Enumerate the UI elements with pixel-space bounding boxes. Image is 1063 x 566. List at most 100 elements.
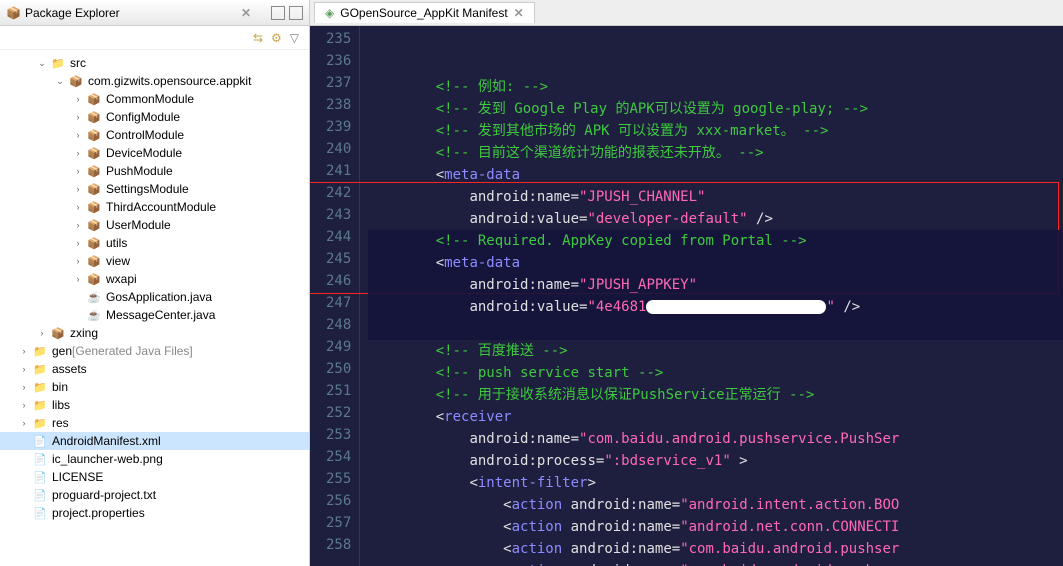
editor-tab[interactable]: ◈ GOpenSource_AppKit Manifest ✕ — [314, 2, 535, 23]
code-line[interactable]: android:name="com.baidu.android.pushserv… — [368, 428, 1063, 450]
tree-item[interactable]: ›📦view — [0, 252, 309, 270]
expander-icon[interactable] — [72, 291, 84, 303]
code-line[interactable]: android:value="4e4681" /> — [368, 296, 1063, 318]
tree-label: utils — [106, 236, 127, 250]
expander-icon[interactable]: › — [18, 417, 30, 429]
maximize-icon[interactable] — [289, 6, 303, 20]
code-line[interactable]: <!-- 目前这个渠道统计功能的报表还未开放。 --> — [368, 142, 1063, 164]
tree-item[interactable]: ›📁bin — [0, 378, 309, 396]
tree-item[interactable]: ›📦wxapi — [0, 270, 309, 288]
code-line[interactable]: <action android:name="com.baidu.android.… — [368, 538, 1063, 560]
expander-icon[interactable]: › — [72, 237, 84, 249]
tree-item[interactable]: ›📁assets — [0, 360, 309, 378]
pkg-icon: 📦 — [68, 73, 84, 89]
tree-label: DeviceModule — [106, 146, 182, 160]
expander-icon[interactable]: › — [18, 345, 30, 357]
expander-icon[interactable] — [18, 453, 30, 465]
expander-icon[interactable]: › — [72, 147, 84, 159]
expander-icon[interactable]: › — [18, 363, 30, 375]
view-menu-icon[interactable]: ▽ — [290, 31, 299, 45]
close-tab-icon[interactable]: ✕ — [514, 6, 524, 20]
pkg-icon: 📦 — [86, 91, 102, 107]
expander-icon[interactable]: › — [72, 93, 84, 105]
code-line[interactable]: android:name="JPUSH_CHANNEL" — [368, 186, 1063, 208]
collapse-all-icon[interactable]: ⇆ — [253, 31, 263, 45]
tree-item[interactable]: ›📦zxing — [0, 324, 309, 342]
code-line[interactable]: <!-- push service start --> — [368, 362, 1063, 384]
expander-icon[interactable] — [18, 435, 30, 447]
tree-item[interactable]: ›📦ConfigModule — [0, 108, 309, 126]
tree-label: LICENSE — [52, 470, 103, 484]
code-line[interactable]: <meta-data — [368, 164, 1063, 186]
code-area[interactable]: <!-- 例如: --> <!-- 发到 Google Play 的APK可以设… — [360, 26, 1063, 566]
line-number: 249 — [326, 336, 351, 358]
minimize-icon[interactable] — [271, 6, 285, 20]
expander-icon[interactable]: ⌄ — [54, 75, 66, 87]
tree-item[interactable]: ⌄📁src — [0, 54, 309, 72]
code-line[interactable]: <!-- Required. AppKey copied from Portal… — [368, 230, 1063, 252]
code-line[interactable]: <!-- 用于接收系统消息以保证PushService正常运行 --> — [368, 384, 1063, 406]
expander-icon[interactable]: › — [72, 111, 84, 123]
file-icon: 📄 — [32, 487, 48, 503]
code-line[interactable]: <!-- 百度推送 --> — [368, 340, 1063, 362]
pkg-icon: 📦 — [86, 163, 102, 179]
expander-icon[interactable]: ⌄ — [36, 57, 48, 69]
tree-item[interactable]: 📄project.properties — [0, 504, 309, 522]
tree-item[interactable]: ›📁gen [Generated Java Files] — [0, 342, 309, 360]
tree-item[interactable]: ☕MessageCenter.java — [0, 306, 309, 324]
code-line[interactable]: <!-- 例如: --> — [368, 76, 1063, 98]
line-number: 244 — [326, 226, 351, 248]
code-line[interactable]: <action android:name="android.net.conn.C… — [368, 516, 1063, 538]
tree-item[interactable]: ›📦utils — [0, 234, 309, 252]
expander-icon[interactable]: › — [72, 219, 84, 231]
expander-icon[interactable] — [72, 309, 84, 321]
code-line[interactable]: <action android:name="android.intent.act… — [368, 494, 1063, 516]
code-line[interactable]: <intent-filter> — [368, 472, 1063, 494]
close-icon[interactable]: ✕ — [241, 6, 251, 20]
redacted-value — [646, 300, 826, 314]
tree-item[interactable]: 📄LICENSE — [0, 468, 309, 486]
link-editor-icon[interactable]: ⚙ — [271, 31, 282, 45]
code-line[interactable]: android:value="developer-default" /> — [368, 208, 1063, 230]
pkg-icon: 📦 — [86, 127, 102, 143]
code-line[interactable] — [368, 318, 1063, 340]
tree-item[interactable]: ›📁res — [0, 414, 309, 432]
expander-icon[interactable] — [18, 507, 30, 519]
code-editor[interactable]: 2352362372382392402412422432442452462472… — [310, 26, 1063, 566]
tree-item[interactable]: ›📦PushModule — [0, 162, 309, 180]
tree-item[interactable]: ⌄📦com.gizwits.opensource.appkit — [0, 72, 309, 90]
expander-icon[interactable] — [18, 489, 30, 501]
expander-icon[interactable] — [18, 471, 30, 483]
code-line[interactable]: <action android:name="com.baidu.android.… — [368, 560, 1063, 566]
expander-icon[interactable]: › — [72, 201, 84, 213]
expander-icon[interactable]: › — [72, 165, 84, 177]
code-line[interactable]: android:process=":bdservice_v1" > — [368, 450, 1063, 472]
line-number: 237 — [326, 72, 351, 94]
expander-icon[interactable]: › — [72, 255, 84, 267]
expander-icon[interactable]: › — [18, 381, 30, 393]
code-line[interactable]: android:name="JPUSH_APPKEY" — [368, 274, 1063, 296]
code-line[interactable]: <!-- 发到 Google Play 的APK可以设置为 google-pla… — [368, 98, 1063, 120]
code-line[interactable]: <!-- 发到其他市场的 APK 可以设置为 xxx-market。 --> — [368, 120, 1063, 142]
tree-label: zxing — [70, 326, 98, 340]
code-line[interactable]: <meta-data — [368, 252, 1063, 274]
expander-icon[interactable]: › — [72, 183, 84, 195]
tree-item[interactable]: ☕GosApplication.java — [0, 288, 309, 306]
expander-icon[interactable]: › — [72, 129, 84, 141]
tree-item[interactable]: ›📦DeviceModule — [0, 144, 309, 162]
expander-icon[interactable]: › — [18, 399, 30, 411]
tree-item[interactable]: 📄ic_launcher-web.png — [0, 450, 309, 468]
tree-item[interactable]: ›📦CommonModule — [0, 90, 309, 108]
expander-icon[interactable]: › — [36, 327, 48, 339]
expander-icon[interactable]: › — [72, 273, 84, 285]
editor-tab-title: GOpenSource_AppKit Manifest — [340, 6, 507, 20]
tree-item[interactable]: ›📦ThirdAccountModule — [0, 198, 309, 216]
code-line[interactable]: <receiver — [368, 406, 1063, 428]
tree-item[interactable]: ›📁libs — [0, 396, 309, 414]
tree-item[interactable]: ›📦ControlModule — [0, 126, 309, 144]
tree-item[interactable]: ›📦SettingsModule — [0, 180, 309, 198]
tree-item[interactable]: ›📦UserModule — [0, 216, 309, 234]
tree-item[interactable]: 📄AndroidManifest.xml — [0, 432, 309, 450]
tree-item[interactable]: 📄proguard-project.txt — [0, 486, 309, 504]
project-tree[interactable]: ⌄📁src⌄📦com.gizwits.opensource.appkit›📦Co… — [0, 50, 309, 566]
